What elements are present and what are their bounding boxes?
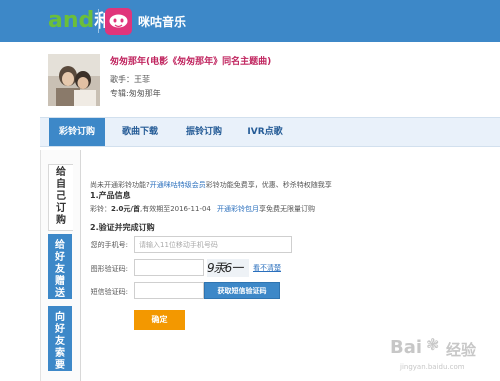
order-tabs: 彩铃订购 歌曲下载 振铃订购 IVR点歌 <box>40 117 500 147</box>
top-header: and和 咪咕音乐 <box>0 0 500 42</box>
song-title: 匆匆那年(电影《匆匆那年》同名主题曲) <box>110 57 272 67</box>
price-line: 彩铃：2.0元/首,有效期至2016-11-04 <box>90 204 211 214</box>
notice-suffix: 彩铃功能免费享，优惠、秒杀特权随我享 <box>205 181 332 189</box>
singer-label: 歌手：王菲 <box>110 75 150 84</box>
side-tab-gift[interactable]: 给 好 友 赠 送 <box>48 234 72 299</box>
watermark-url: jingyan.baidu.com <box>400 363 465 371</box>
album-label: 专辑:匆匆那年 <box>110 89 161 98</box>
side-tab-char: 向 <box>55 312 65 323</box>
song-info: 匆匆那年(电影《匆匆那年》同名主题曲) 歌手：王菲 专辑:匆匆那年 <box>48 54 488 106</box>
brand-name[interactable]: 咪咕音乐 <box>138 13 186 30</box>
side-tab-char: 送 <box>55 288 65 299</box>
side-tab-char: 友 <box>55 336 65 347</box>
section-verify: 2.验证并完成订购 <box>90 223 155 232</box>
album-cover-image <box>48 54 100 106</box>
sms-code-input[interactable] <box>134 282 204 299</box>
notice-prefix: 尚未开通彩铃功能? <box>90 181 150 189</box>
side-tab-char: 索 <box>55 348 65 359</box>
side-tab-char: 好 <box>55 252 65 263</box>
side-tab-char: 己 <box>56 191 66 202</box>
side-tab-request[interactable]: 向 好 友 索 要 <box>48 306 72 371</box>
package-suffix: 享免费无限量订购 <box>259 205 315 213</box>
package-line: 开通彩铃包月享免费无限量订购 <box>217 204 315 214</box>
side-tab-self[interactable]: 给 自 己 订 购 <box>48 164 73 231</box>
side-tab-char: 给 <box>56 167 66 178</box>
refresh-captcha-link[interactable]: 看不清楚 <box>253 263 281 273</box>
price-value: 2.0元/首 <box>111 205 140 213</box>
tab-ivr[interactable]: IVR点歌 <box>237 118 293 146</box>
tab-song-download[interactable]: 歌曲下载 <box>112 118 168 146</box>
package-link[interactable]: 开通彩铃包月 <box>217 205 259 213</box>
side-tab-char: 自 <box>56 179 66 190</box>
image-code-label: 图形验证码: <box>90 265 128 273</box>
membership-notice: 尚未开通彩铃功能?开通咪咕特级会员彩铃功能免费享，优惠、秒杀特权随我享 <box>90 180 332 190</box>
baidu-watermark: Bai ❃ 经验 jingyan.baidu.com <box>386 335 496 377</box>
side-tab-char: 友 <box>55 264 65 275</box>
image-code-input[interactable] <box>134 259 204 276</box>
side-tab-char: 给 <box>55 240 65 251</box>
price-expire: ,有效期至2016-11-04 <box>139 205 211 213</box>
phone-label: 您的手机号: <box>90 241 128 249</box>
watermark-bai: Bai <box>390 337 423 358</box>
confirm-button[interactable]: 确定 <box>134 310 185 330</box>
captcha-image: 9汞6一 <box>207 259 249 277</box>
paw-icon: ❃ <box>426 335 440 354</box>
migu-logo-icon[interactable] <box>105 8 132 35</box>
section-product-info: 1.产品信息 <box>90 191 131 200</box>
phone-input[interactable]: 请输入11位移动手机号码 <box>134 236 292 253</box>
tab-vibration-order[interactable]: 振铃订购 <box>176 118 232 146</box>
side-tab-char: 好 <box>55 324 65 335</box>
side-tab-char: 要 <box>55 360 65 371</box>
side-tab-char: 购 <box>56 215 66 226</box>
membership-link[interactable]: 开通咪咕特级会员 <box>150 181 206 189</box>
get-sms-code-button[interactable]: 获取短信验证码 <box>204 282 280 299</box>
and-logo[interactable]: and和 <box>48 9 112 34</box>
logo-and-text: and <box>48 8 95 33</box>
side-tab-char: 订 <box>56 203 66 214</box>
header-divider <box>98 9 99 33</box>
side-tab-char: 赠 <box>55 276 65 287</box>
price-label: 彩铃： <box>90 205 111 213</box>
tab-ringtone-order[interactable]: 彩铃订购 <box>49 118 105 146</box>
watermark-jingyan: 经验 <box>446 341 477 359</box>
sms-code-label: 短信验证码: <box>90 288 128 296</box>
